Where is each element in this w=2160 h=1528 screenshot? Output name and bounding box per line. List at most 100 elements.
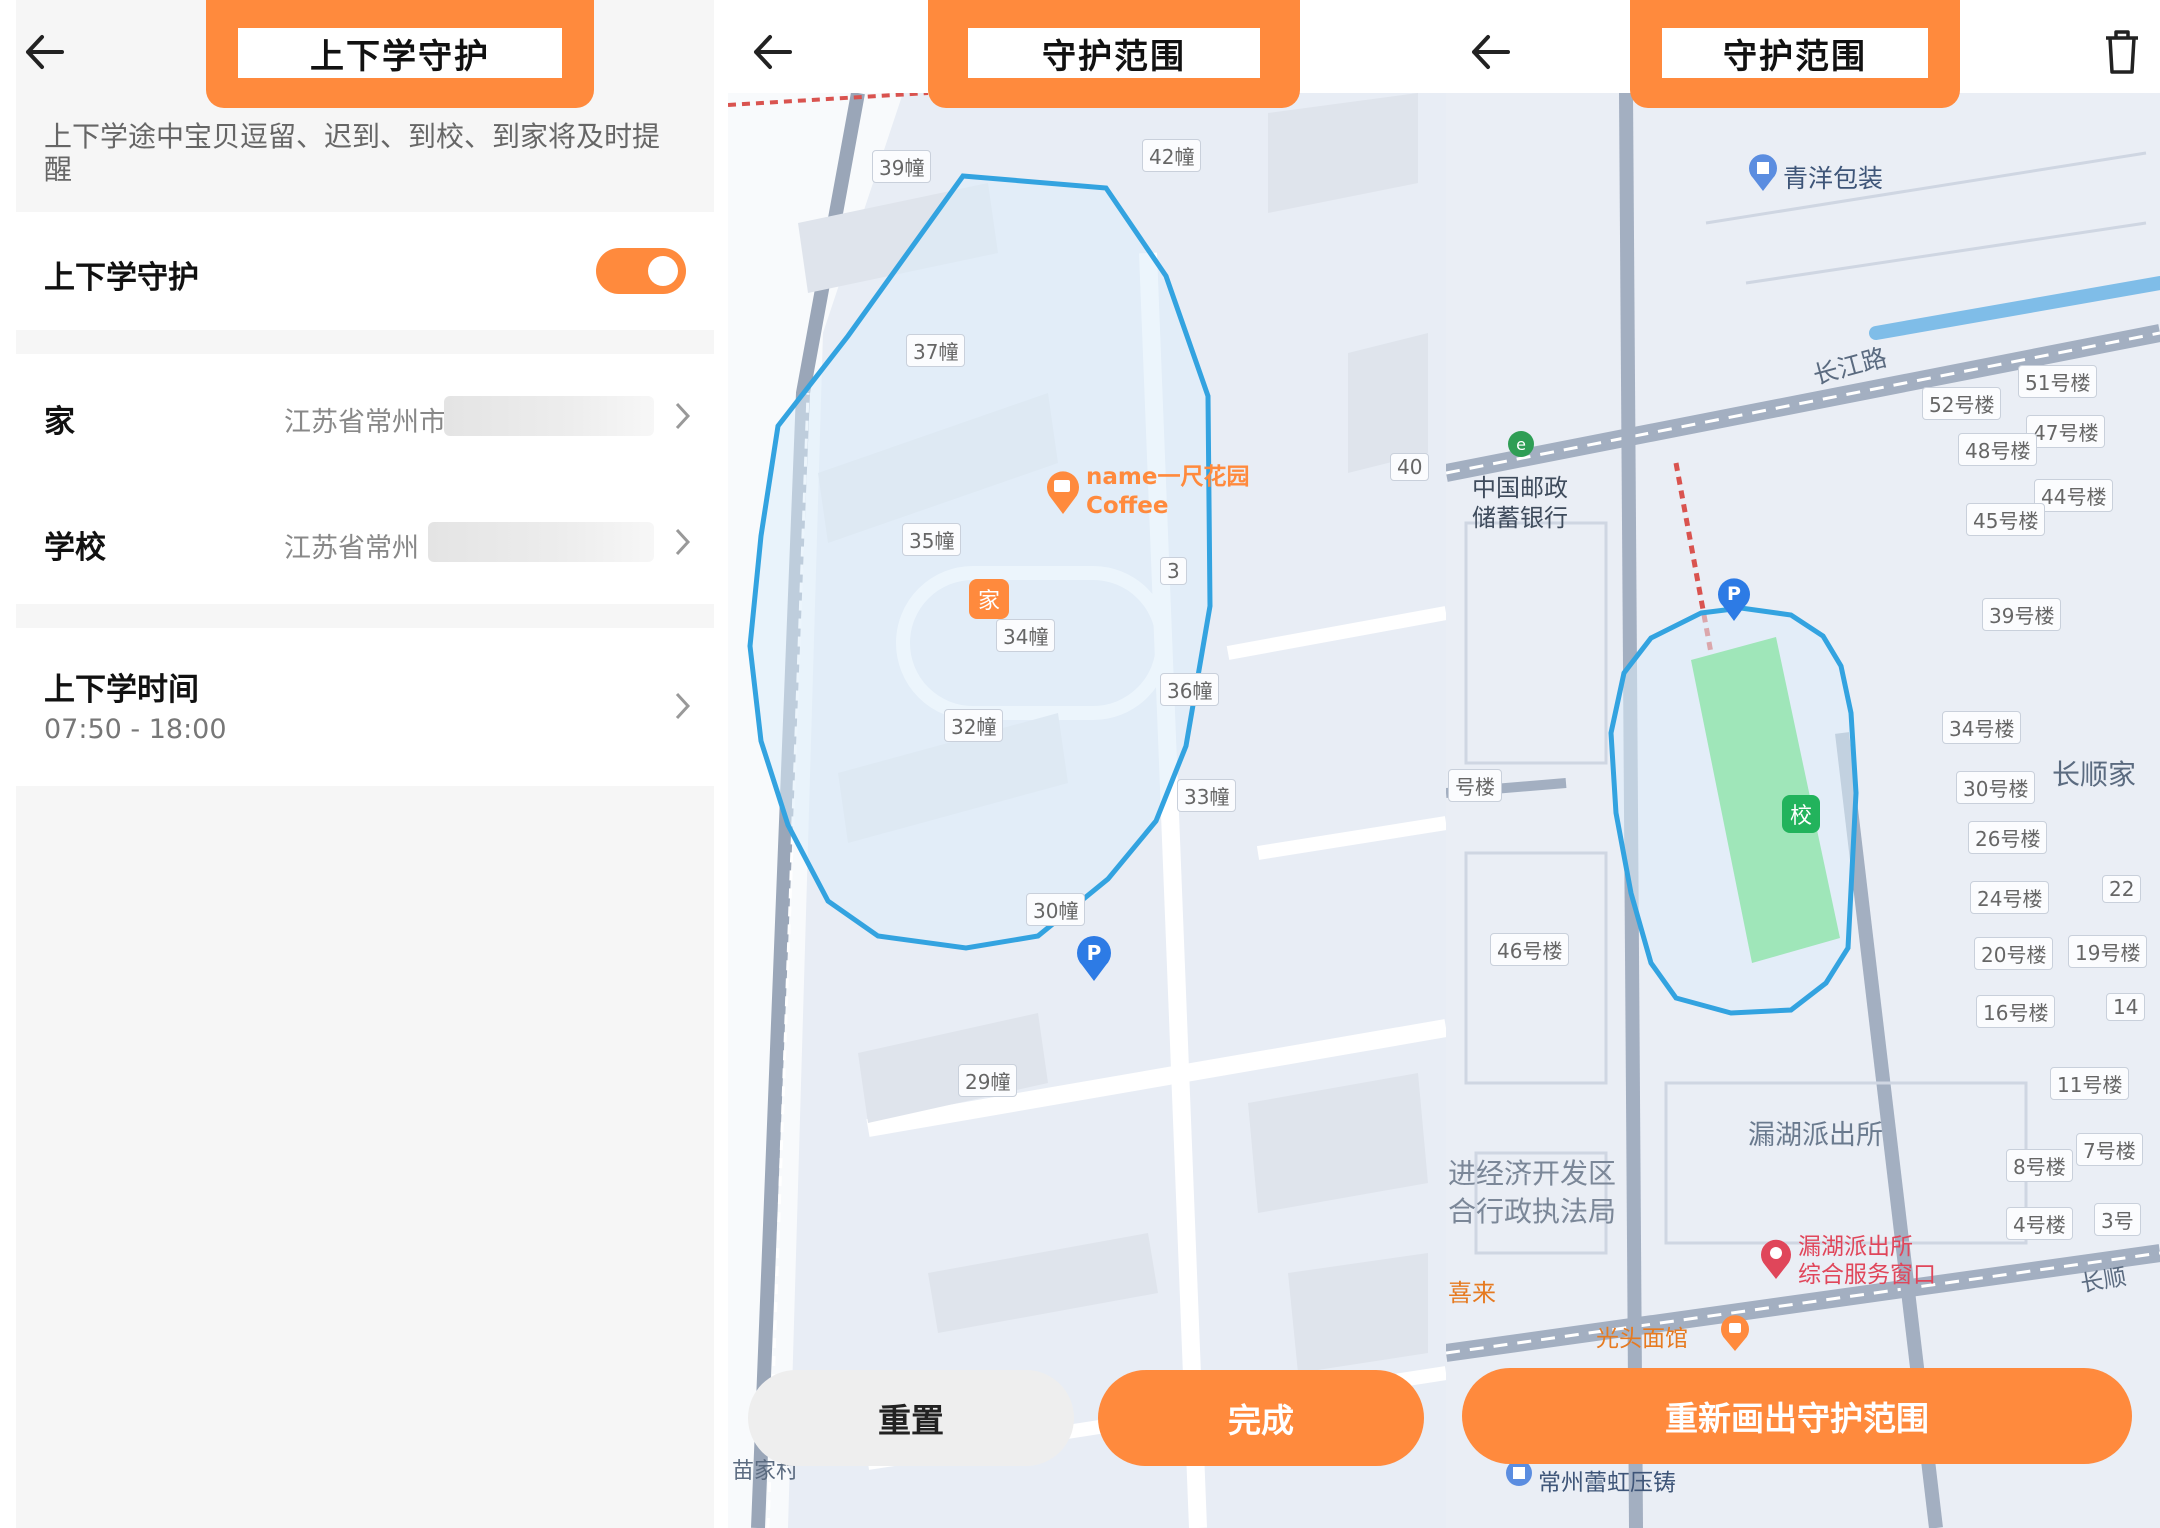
guard-description: 上下学途中宝贝逗留、迟到、到校、到家将及时提醒 (44, 120, 661, 186)
poi-coffee-label: name一尺花园 Coffee (1086, 463, 1249, 521)
map-label-building: 号楼 (1448, 769, 1502, 802)
map-label-building: 42幢 (1142, 139, 1202, 172)
bank-label: 中国邮政 储蓄银行 (1472, 473, 1568, 533)
restaurant-label: 光头面馆 (1596, 1326, 1688, 1352)
school-address-blur (428, 522, 654, 562)
back-arrow-icon[interactable] (744, 22, 804, 82)
home-row[interactable]: 家 江苏省常州市 (16, 354, 714, 474)
area-label: 长顺家 (2052, 758, 2137, 791)
page-title: 守护范围 (968, 28, 1260, 78)
parking-icon[interactable]: P (1071, 933, 1117, 983)
svg-text:P: P (1727, 583, 1741, 605)
guard-settings-screen: 上下学途中宝贝逗留、迟到、到校、到家将及时提醒 上下学守护 家 江苏省常州市 学… (0, 0, 728, 1528)
guard-toggle-label: 上下学守护 (44, 260, 199, 296)
map-label-building: 20号楼 (1974, 937, 2054, 970)
school-address: 江苏省常州 (284, 533, 419, 564)
map-label-building: 32幢 (944, 709, 1004, 742)
map-label-building: 30幢 (1026, 893, 1086, 926)
location-card: 家 江苏省常州市 学校 江苏省常州 (16, 354, 714, 604)
map-label-building: 48号楼 (1958, 433, 2038, 466)
map-label-building: 39幢 (872, 150, 932, 183)
map-label-building: 4号楼 (2006, 1207, 2073, 1240)
schedule-label: 上下学时间 (44, 672, 199, 708)
map-label-building: 33幢 (1177, 779, 1237, 812)
map-label-building: 46号楼 (1490, 933, 1570, 966)
guard-toggle-card: 上下学守护 (16, 212, 714, 330)
map-label-building: 30号楼 (1956, 771, 2036, 804)
map-label-building: 40 (1390, 453, 1430, 481)
map-label-building: 8号楼 (2006, 1149, 2073, 1182)
chevron-right-icon (675, 528, 691, 556)
chevron-right-icon (675, 692, 691, 720)
back-arrow-icon[interactable] (16, 22, 76, 82)
zone-line: 进经济开发区 (1448, 1157, 1617, 1190)
poi-name: name一尺花园 (1086, 464, 1250, 490)
restaurant-icon[interactable] (1718, 1313, 1752, 1353)
coffee-icon[interactable] (1041, 466, 1085, 516)
home-marker[interactable]: 家 (969, 579, 1009, 619)
page-title: 守护范围 (1662, 28, 1928, 78)
map-label-building: 29幢 (958, 1064, 1018, 1097)
police-service-line: 综合服务窗口 (1798, 1262, 1936, 1288)
reset-button[interactable]: 重置 (748, 1370, 1074, 1466)
map-label-building: 14 (2106, 993, 2146, 1021)
fence-view-screen: 青洋包装 长江路 e 中国邮政 储蓄银行 51号楼 52号楼 47号楼 48号楼… (1446, 0, 2160, 1528)
map-view[interactable]: 39幢 42幢 37幢 35幢 34幢 3 40 36幢 32幢 33幢 30幢… (728, 93, 1446, 1528)
home-address-blur (444, 396, 654, 436)
redraw-fence-button[interactable]: 重新画出守护范围 (1462, 1368, 2132, 1464)
poi-subname: Coffee (1086, 493, 1169, 519)
map-label-building: 11号楼 (2050, 1067, 2130, 1100)
svg-text:e: e (1516, 435, 1526, 454)
map-label-building: 34幢 (996, 619, 1056, 652)
zone-line: 合行政执法局 (1448, 1195, 1617, 1228)
chevron-right-icon (675, 402, 691, 430)
map-label-building: 26号楼 (1968, 821, 2048, 854)
toggle-knob (648, 256, 678, 286)
fence-edit-screen: 39幢 42幢 37幢 35幢 34幢 3 40 36幢 32幢 33幢 30幢… (728, 0, 1446, 1528)
map-label-building: 37幢 (906, 334, 966, 367)
schedule-time: 07:50 - 18:00 (44, 714, 227, 745)
map-label-building: 52号楼 (1922, 387, 2002, 420)
map-label-building: 22 (2102, 875, 2142, 903)
map-label-building: 47号楼 (2026, 415, 2106, 448)
police-service-label: 漏湖派出所 综合服务窗口 (1798, 1233, 1936, 1289)
map-label-building: 51号楼 (2018, 365, 2098, 398)
map-label-building: 16号楼 (1976, 995, 2056, 1028)
building-poi-icon[interactable] (1746, 153, 1780, 193)
home-address: 江苏省常州市 (284, 407, 446, 438)
police-station-label: 漏湖派出所 (1748, 1120, 1883, 1151)
map-label-building: 34号楼 (1942, 711, 2022, 744)
map-label-building: 39号楼 (1982, 598, 2062, 631)
parking-icon[interactable]: P (1714, 573, 1754, 623)
done-button[interactable]: 完成 (1098, 1370, 1424, 1466)
map-label-building: 45号楼 (1966, 503, 2046, 536)
location-pin-icon[interactable] (1758, 1237, 1794, 1281)
bank-label-line: 中国邮政 (1472, 474, 1568, 502)
bank-icon[interactable]: e (1506, 429, 1536, 463)
school-marker[interactable]: 校 (1782, 795, 1820, 833)
trash-icon[interactable] (2098, 26, 2146, 78)
map-label-building: 19号楼 (2068, 935, 2148, 968)
map-label-building: 35幢 (902, 523, 962, 556)
svg-text:P: P (1087, 941, 1102, 965)
guard-toggle-switch[interactable] (596, 248, 686, 294)
school-row[interactable]: 学校 江苏省常州 (16, 478, 714, 598)
map-base (728, 93, 1446, 1528)
bank-label-line: 储蓄银行 (1472, 504, 1568, 532)
map-label-building: 24号楼 (1970, 881, 2050, 914)
map-view[interactable]: 青洋包装 长江路 e 中国邮政 储蓄银行 51号楼 52号楼 47号楼 48号楼… (1446, 93, 2160, 1528)
police-service-line: 漏湖派出所 (1798, 1234, 1913, 1260)
map-label-building: 3 (1160, 557, 1187, 585)
poi-top-label: 青洋包装 (1783, 164, 1884, 193)
settings-background: 上下学途中宝贝逗留、迟到、到校、到家将及时提醒 上下学守护 家 江苏省常州市 学… (16, 0, 714, 1528)
schedule-row[interactable]: 上下学时间 07:50 - 18:00 (16, 628, 714, 786)
map-label-building: 7号楼 (2076, 1133, 2143, 1166)
map-label-building: 36幢 (1160, 673, 1220, 706)
bottom-poi-label: 常州蕾虹压铸 (1538, 1470, 1676, 1496)
back-arrow-icon[interactable] (1462, 22, 1522, 82)
page-title: 上下学守护 (238, 28, 562, 78)
school-label: 学校 (44, 530, 106, 566)
map-label-building: 44号楼 (2034, 479, 2114, 512)
zone-label: 进经济开发区 合行政执法局 (1448, 1155, 1616, 1231)
home-label: 家 (44, 404, 75, 440)
